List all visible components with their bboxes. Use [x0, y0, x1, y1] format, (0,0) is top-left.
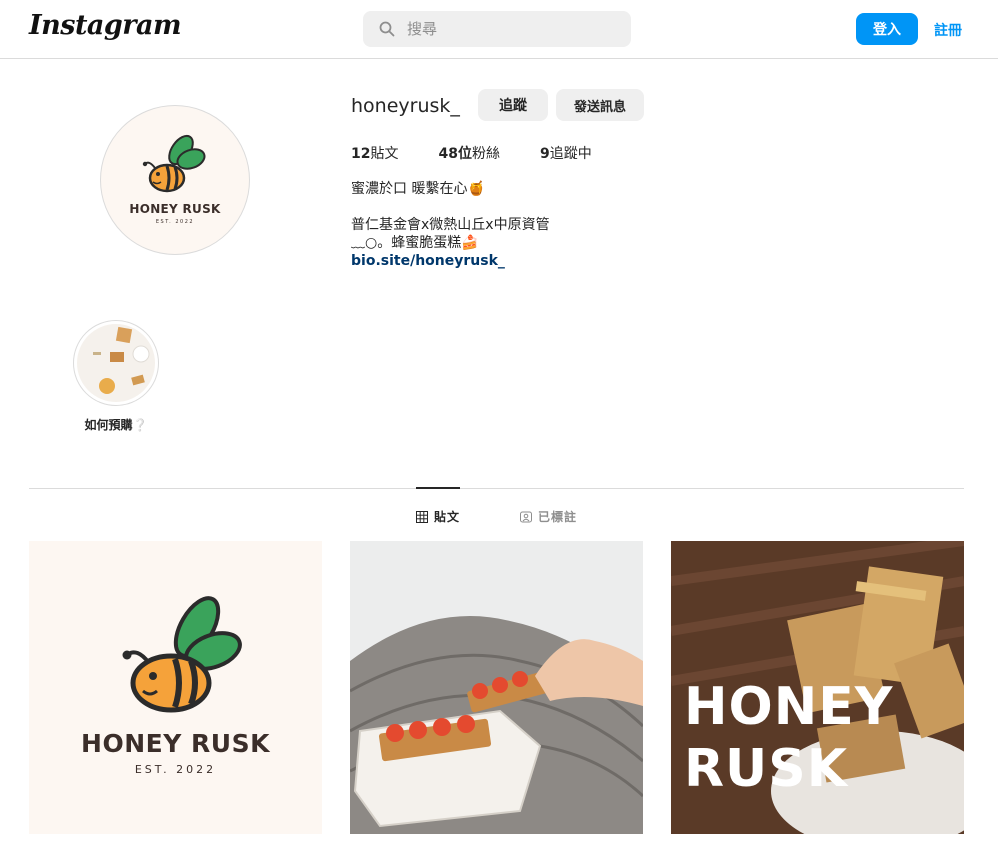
following-label: 追蹤中	[549, 146, 592, 162]
followers-stat[interactable]: 48位粉絲	[438, 143, 499, 163]
post-est-text: EST. 2022	[134, 763, 217, 776]
posts-stat: 12貼文	[351, 143, 398, 163]
followers-label: 粉絲	[471, 146, 500, 162]
post-thumbnail[interactable]: HONEY RUSK	[671, 541, 964, 834]
bee-logo-icon	[142, 134, 206, 193]
highlight-label: 如何預購❔	[84, 418, 148, 432]
post-thumbnail[interactable]	[350, 541, 643, 834]
top-navigation-bar: Instagram 登入 註冊	[0, 0, 998, 59]
food-photo-icon	[350, 541, 643, 834]
highlight-thumbnail-icon	[93, 326, 150, 394]
tab-tagged[interactable]: 已標註	[520, 508, 577, 525]
avatar-brand-text: HONEY RUSK	[129, 202, 221, 216]
profile-username: honeyrusk_	[351, 95, 460, 117]
posts-count: 12	[351, 146, 371, 162]
bio-line: ﹏○。蜂蜜脆蛋糕🍰	[351, 235, 479, 251]
bee-logo-icon	[122, 596, 242, 713]
story-highlight[interactable]: 如何預購❔	[72, 320, 160, 433]
tagged-icon	[520, 511, 532, 522]
login-button[interactable]: 登入	[856, 13, 918, 45]
signup-link[interactable]: 註冊	[934, 20, 962, 40]
follow-button[interactable]: 追蹤	[478, 89, 548, 121]
instagram-logo[interactable]: Instagram	[29, 10, 182, 41]
search-box[interactable]	[363, 11, 631, 47]
following-count: 9	[539, 146, 550, 162]
followers-count: 48位	[438, 146, 472, 162]
post-title-line: RUSK	[684, 739, 849, 799]
tab-posts-label: 貼文	[434, 510, 461, 524]
post-brand-text: HONEY RUSK	[81, 729, 270, 758]
profile-avatar[interactable]: HONEY RUSK EST. 2022	[100, 105, 250, 255]
bio-line: 普仁基金會x微熱山丘x中原資管	[351, 217, 550, 233]
tabs-divider	[29, 488, 964, 489]
search-input[interactable]	[407, 11, 617, 47]
send-message-button[interactable]: 發送訊息	[556, 89, 644, 121]
tab-tagged-label: 已標註	[538, 510, 578, 524]
search-icon	[379, 21, 395, 37]
active-tab-indicator	[416, 487, 460, 489]
profile-stats: 12貼文 48位粉絲 9追蹤中	[351, 143, 632, 163]
post-title-line: HONEY	[684, 677, 894, 737]
avatar-est-text: EST. 2022	[155, 219, 195, 225]
highlight-cover[interactable]	[73, 320, 159, 406]
bio-line: 蜜濃於口 暖繫在心🍯	[351, 181, 485, 197]
following-stat[interactable]: 9追蹤中	[540, 143, 592, 163]
grid-icon	[416, 510, 428, 523]
posts-label: 貼文	[370, 146, 399, 162]
bio-link[interactable]: bio.site/honeyrusk_	[351, 253, 505, 269]
tab-posts[interactable]: 貼文	[416, 508, 460, 525]
profile-bio: 蜜濃於口 暖繫在心🍯 普仁基金會x微熱山丘x中原資管 ﹏○。蜂蜜脆蛋糕🍰 bio…	[351, 180, 550, 270]
post-thumbnail[interactable]: HONEY RUSK EST. 2022	[29, 541, 322, 834]
